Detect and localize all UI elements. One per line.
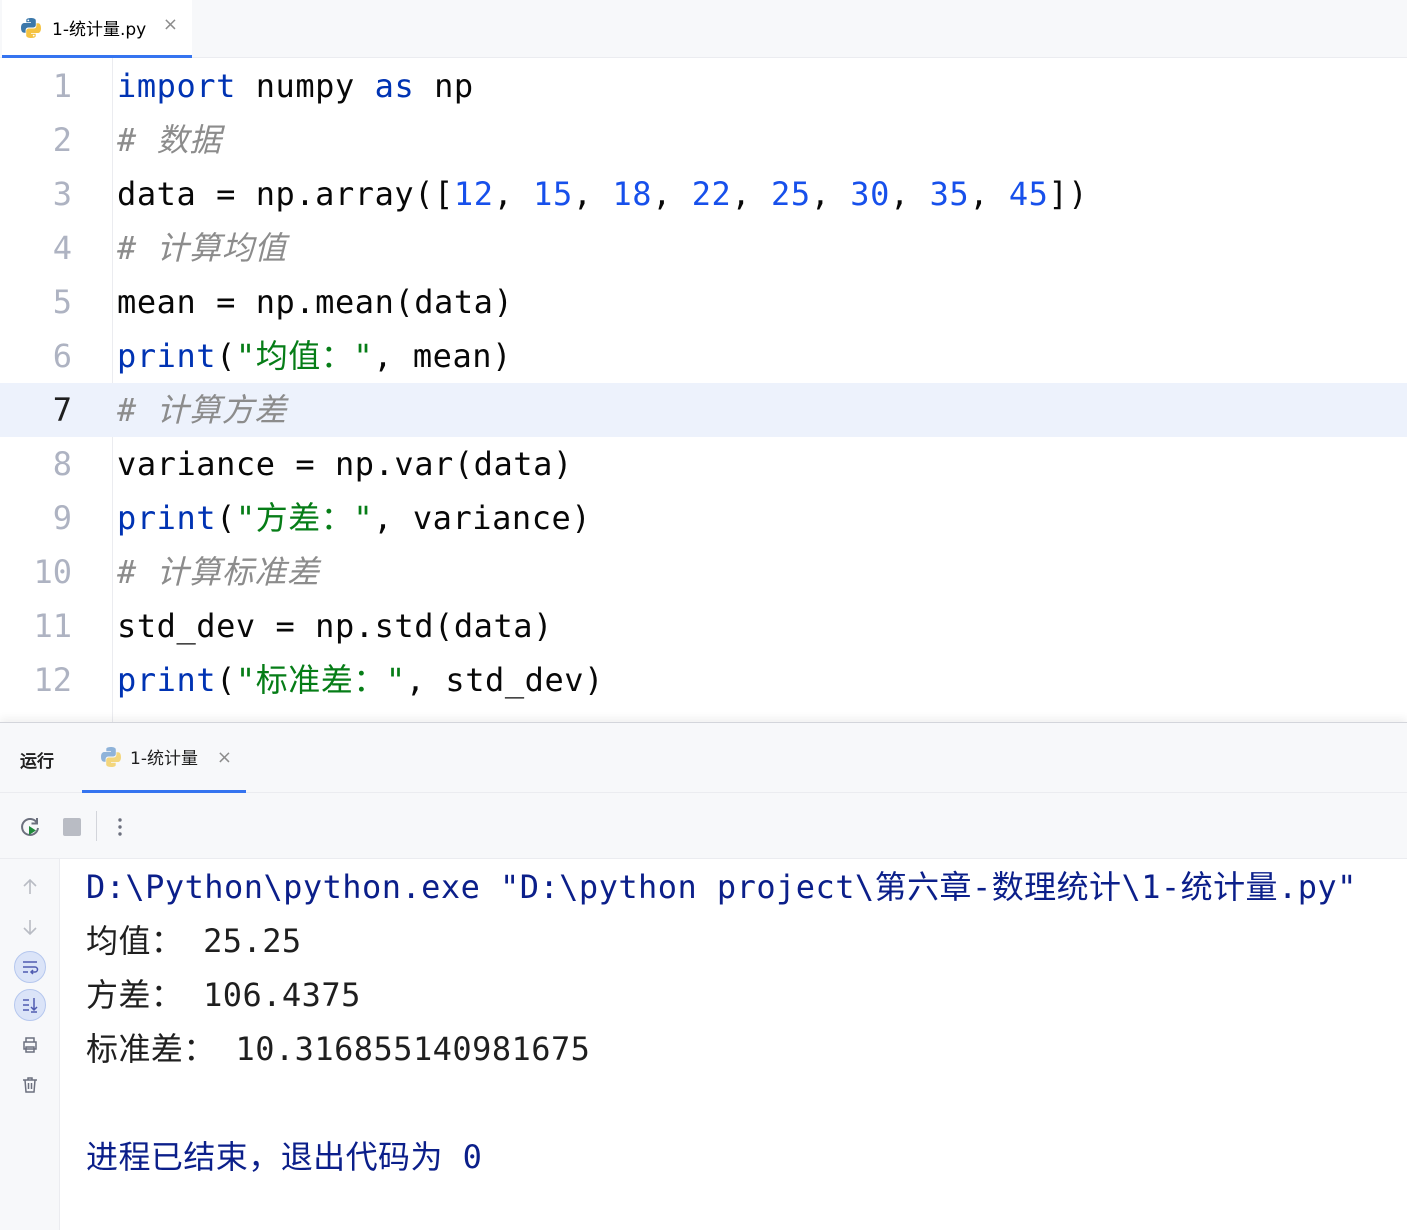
keyword-token: print (117, 499, 217, 537)
string-token: "标准差：" (235, 661, 406, 699)
code-line[interactable]: 3 data = np.array([12, 15, 18, 22, 25, 3… (0, 167, 1407, 221)
code-token: numpy (235, 67, 375, 105)
line-number: 10 (33, 553, 72, 591)
code-text: std_dev = np.std(data) (117, 607, 553, 645)
soft-wrap-icon[interactable] (14, 951, 46, 983)
code-token: data = np.array([ (117, 175, 454, 213)
console-output-mean: 均值： 25.25 (86, 922, 302, 960)
code-text: print("均值：", mean) (117, 329, 512, 383)
code-line[interactable]: 2 # 数据 (0, 113, 1407, 167)
code-line[interactable]: 10 # 计算标准差 (0, 545, 1407, 599)
code-token: ]) (1048, 175, 1089, 213)
line-number: 7 (52, 391, 72, 429)
code-text: data = np.array([12, 15, 18, 22, 25, 30,… (117, 175, 1089, 213)
code-line[interactable]: 9 print("方差：", variance) (0, 491, 1407, 545)
print-icon[interactable] (14, 1029, 46, 1061)
code-line[interactable]: 6 print("均值：", mean) (0, 329, 1407, 383)
comment-text: # 计算方差 (117, 391, 287, 429)
code-token: , variance) (373, 499, 592, 537)
run-tab-label: 1-统计量 (130, 749, 198, 769)
run-tab-bar: 运行 1-统计量 × (0, 723, 1407, 793)
string-token: "均值：" (235, 337, 374, 375)
number-token: 15 (533, 175, 573, 213)
trash-icon[interactable] (14, 1069, 46, 1101)
editor-tab-label: 1-统计量.py (52, 20, 147, 40)
run-panel-title: 运行 (20, 752, 54, 772)
number-token: 45 (1008, 175, 1049, 213)
number-token: 25 (771, 175, 811, 213)
line-number: 9 (52, 499, 72, 537)
console-command-line[interactable]: D:\Python\python.exe "D:\python project\… (86, 860, 1357, 914)
number-token: 30 (850, 175, 890, 213)
code-token: ( (216, 337, 236, 375)
number-token: 35 (929, 175, 970, 213)
editor-tab-close-icon[interactable]: × (163, 14, 178, 35)
code-token: ( (216, 661, 236, 699)
line-number: 11 (33, 607, 72, 645)
scroll-down-icon[interactable] (14, 911, 46, 943)
code-line-current[interactable]: 7 # 计算方差 (0, 383, 1407, 437)
code-editor[interactable]: 1 import numpy as np 2 # 数据 3 data = np.… (0, 58, 1407, 722)
rerun-icon[interactable] (18, 815, 42, 839)
line-number: 2 (52, 121, 72, 159)
scroll-to-end-icon[interactable] (14, 989, 46, 1021)
console-side-toolbar (0, 859, 60, 1230)
run-tool-window: 运行 1-统计量 × D:\Python\python.exe "D:\pyth… (0, 722, 1407, 1230)
editor-tab-1-statistics[interactable]: 1-统计量.py × (2, 0, 192, 58)
console-output[interactable]: D:\Python\python.exe "D:\python project\… (86, 859, 1396, 1230)
code-line[interactable]: 11 std_dev = np.std(data) (0, 599, 1407, 653)
number-token: 12 (453, 175, 494, 213)
code-token: np (414, 67, 474, 105)
comment-text: # 计算标准差 (117, 553, 320, 591)
code-text: mean = np.mean(data) (117, 283, 514, 321)
line-number: 12 (33, 661, 72, 699)
string-token: "方差：" (235, 499, 374, 537)
editor-tab-bar: 1-统计量.py × (0, 0, 1407, 58)
keyword-token: import (117, 67, 236, 105)
number-token: 22 (691, 175, 732, 213)
comment-text: # 数据 (117, 121, 222, 159)
stop-icon[interactable] (60, 815, 84, 839)
run-toolbar (0, 793, 1407, 859)
code-token: ( (216, 499, 236, 537)
console-exit-message: 进程已结束，退出代码为 0 (86, 1138, 483, 1176)
code-text: print("标准差：", std_dev) (117, 653, 604, 707)
code-text: print("方差：", variance) (117, 491, 591, 545)
keyword-token: print (117, 661, 217, 699)
line-number: 3 (52, 175, 72, 213)
code-text: variance = np.var(data) (117, 445, 573, 483)
code-line[interactable]: 8 variance = np.var(data) (0, 437, 1407, 491)
line-number: 4 (52, 229, 72, 267)
line-number: 1 (52, 67, 72, 105)
line-number: 6 (52, 337, 72, 375)
scroll-up-icon[interactable] (14, 871, 46, 903)
python-run-config-icon (101, 746, 121, 767)
code-line[interactable]: 5 mean = np.mean(data) (0, 275, 1407, 329)
comment-text: # 计算均值 (117, 229, 287, 267)
console-output-std: 标准差： 10.316855140981675 (86, 1030, 591, 1068)
code-token: , mean) (373, 337, 512, 375)
python-file-icon (21, 17, 41, 38)
keyword-token: print (117, 337, 217, 375)
run-tab-1-statistics[interactable]: 1-统计量 × (82, 723, 246, 793)
code-token: , std_dev) (405, 661, 604, 699)
console-output-variance: 方差： 106.4375 (86, 976, 361, 1014)
toolbar-separator (96, 811, 97, 841)
code-line[interactable]: 1 import numpy as np (0, 59, 1407, 113)
more-options-icon[interactable] (108, 815, 132, 839)
code-line[interactable]: 12 print("标准差：", std_dev) (0, 653, 1407, 707)
code-text: import numpy as np (117, 59, 474, 113)
code-line[interactable]: 4 # 计算均值 (0, 221, 1407, 275)
line-number: 5 (52, 283, 72, 321)
line-number: 8 (52, 445, 72, 483)
run-tab-close-icon[interactable]: × (217, 747, 232, 768)
number-token: 18 (612, 175, 653, 213)
keyword-token: as (374, 67, 415, 105)
